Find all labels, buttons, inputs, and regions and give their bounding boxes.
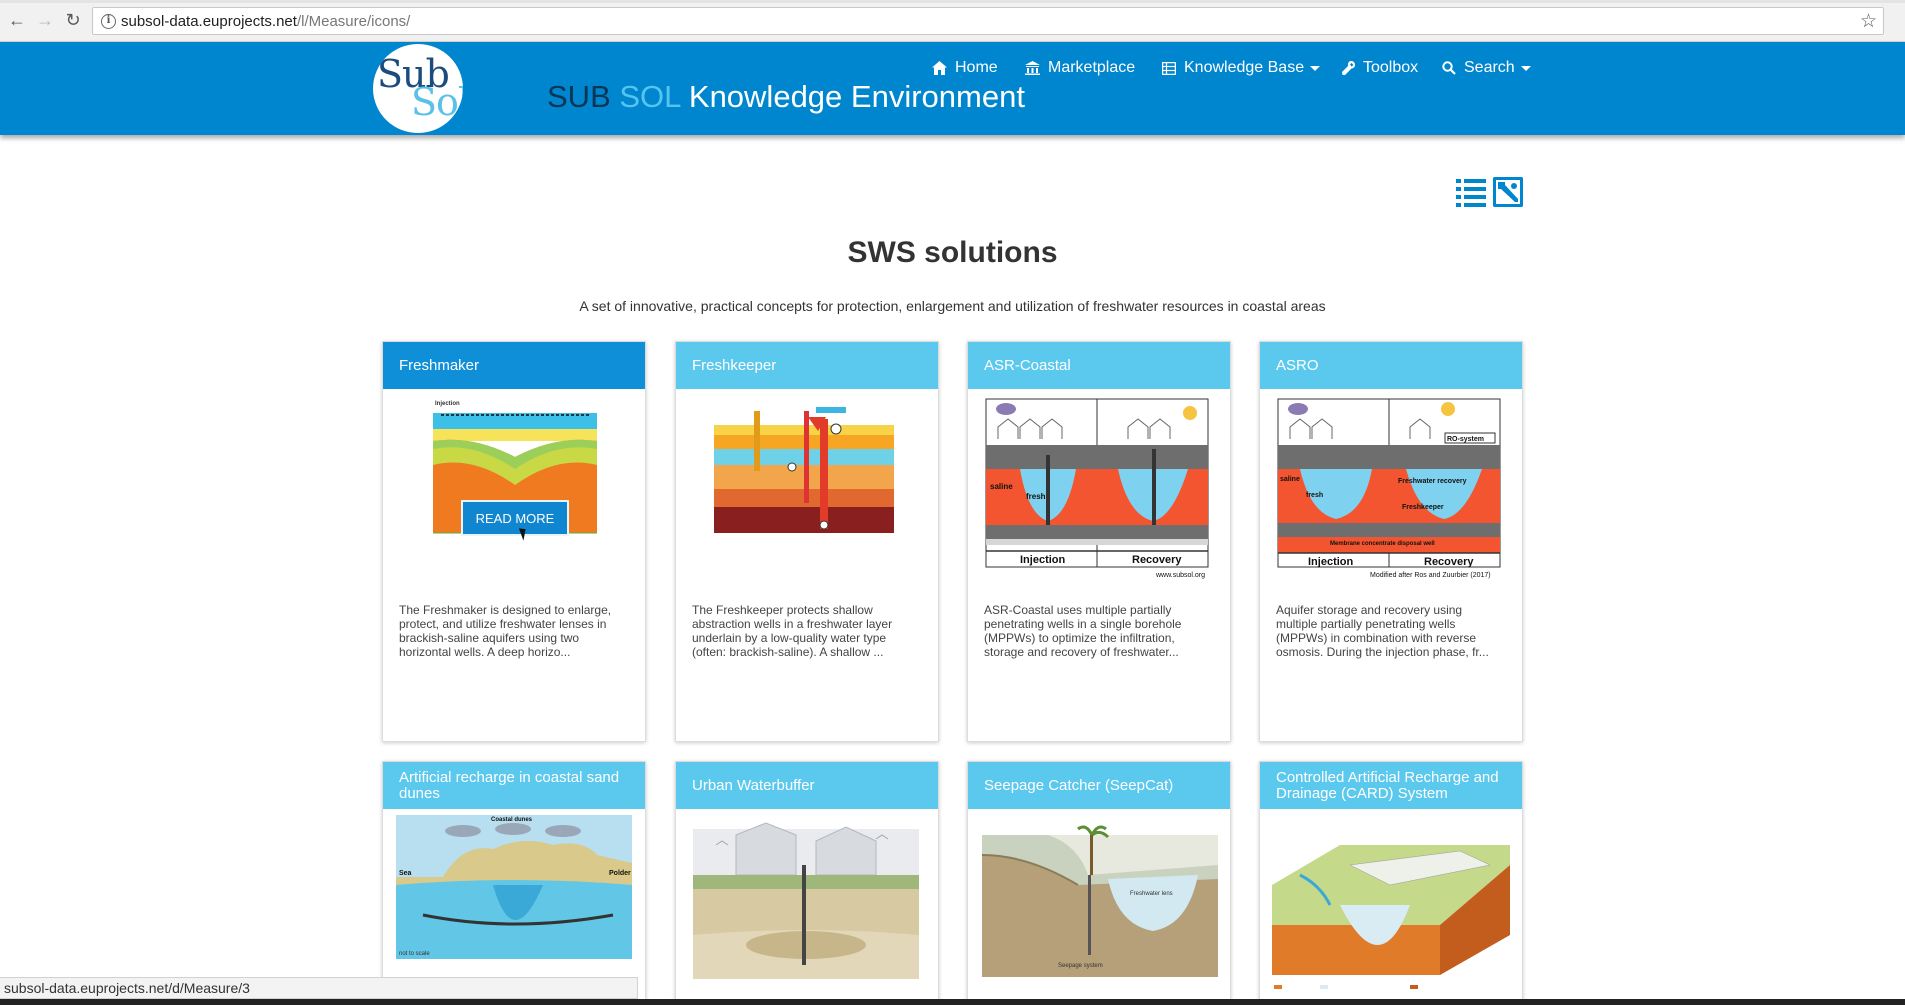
diagram-fresh-label: fresh bbox=[1026, 492, 1046, 501]
bank-icon bbox=[1025, 61, 1040, 75]
wrench-icon bbox=[1342, 61, 1355, 75]
title-knowledge-environment: Knowledge Environment bbox=[688, 79, 1025, 114]
card-description: The Freshmaker is designed to enlarge, p… bbox=[399, 603, 612, 659]
diagram-modified-label: Modified after Ros and Zuurbier (2017) bbox=[1370, 572, 1491, 579]
card-title[interactable]: Freshmaker bbox=[383, 342, 645, 389]
subsol-logo[interactable]: Sub Sol bbox=[373, 44, 463, 133]
card-image[interactable]: Freshwater lens Seepage system bbox=[968, 815, 1230, 1005]
diagram-freshwater-recovery-label: Freshwater recovery bbox=[1398, 478, 1467, 485]
home-icon bbox=[932, 61, 947, 75]
nav-marketplace-label: Marketplace bbox=[1048, 59, 1136, 76]
card-title[interactable]: Controlled Artificial Recharge and Drain… bbox=[1260, 762, 1522, 809]
grid-view-icon[interactable] bbox=[1493, 177, 1523, 207]
card-description: Aquifer storage and recovery using multi… bbox=[1276, 603, 1489, 659]
site-title: SUB SOL Knowledge Environment bbox=[547, 79, 1025, 115]
nav-search[interactable]: Search bbox=[1442, 56, 1531, 80]
card-title[interactable]: Urban Waterbuffer bbox=[676, 762, 938, 809]
diagram-recovery-label: Recovery bbox=[1424, 556, 1474, 568]
card-urban-waterbuffer[interactable]: Urban Waterbuffer bbox=[675, 761, 939, 1005]
reload-icon[interactable]: ↻ bbox=[62, 9, 84, 31]
read-more-button[interactable]: READ MORE bbox=[461, 500, 569, 536]
title-sub: SUB bbox=[547, 79, 611, 114]
nav-search-label: Search bbox=[1464, 59, 1515, 76]
card-freshmaker[interactable]: Freshmaker Injection READ MORE The Fresh… bbox=[382, 341, 646, 742]
nav-knowledge-base-label: Knowledge Base bbox=[1184, 59, 1305, 76]
nav-home-label: Home bbox=[955, 59, 998, 76]
chevron-down-icon bbox=[1520, 65, 1531, 71]
card-image[interactable]: saline fresh Injection Recovery www.subs… bbox=[968, 395, 1230, 585]
diagram-seepage-system-label: Seepage system bbox=[1058, 963, 1103, 969]
card-system-diagram bbox=[1272, 845, 1510, 989]
bookmark-star-icon[interactable]: ☆ bbox=[1860, 10, 1877, 33]
diagram-freshwater-lens-label: Freshwater lens bbox=[1130, 891, 1173, 897]
asro-diagram: RO-system saline fresh Freshwater recove… bbox=[1277, 398, 1501, 579]
diagram-recovery-label: Recovery bbox=[1132, 554, 1182, 566]
seepcat-diagram: Freshwater lens Seepage system bbox=[981, 825, 1218, 977]
diagram-not-to-scale-label: not to scale bbox=[399, 951, 430, 957]
card-artificial-recharge[interactable]: Artificial recharge in coastal sand dune… bbox=[382, 761, 646, 1005]
card-image[interactable] bbox=[676, 395, 938, 585]
nav-toolbox[interactable]: Toolbox bbox=[1342, 56, 1418, 80]
forward-icon[interactable]: → bbox=[34, 9, 56, 31]
card-asro[interactable]: ASRO RO-system saline fresh Freshwater r… bbox=[1259, 341, 1523, 742]
card-description: ASR-Coastal uses multiple partially pene… bbox=[984, 603, 1182, 659]
address-bar[interactable]: i subsol-data.euprojects.net/l/Measure/i… bbox=[92, 7, 1884, 35]
diagram-www-label: www.subsol.org bbox=[1155, 572, 1205, 579]
card-title[interactable]: Artificial recharge in coastal sand dune… bbox=[383, 762, 645, 809]
diagram-freshkeeper-label: Freshkeeper bbox=[1402, 504, 1444, 511]
card-title[interactable]: Seepage Catcher (SeepCat) bbox=[968, 762, 1230, 809]
diagram-ro-system-label: RO-system bbox=[1447, 436, 1484, 443]
diagram-sea-label: Sea bbox=[399, 870, 412, 877]
table-icon bbox=[1162, 61, 1176, 75]
status-bar: subsol-data.euprojects.net/d/Measure/3 bbox=[0, 977, 638, 999]
card-asr-coastal[interactable]: ASR-Coastal saline fresh Injection Recov… bbox=[967, 341, 1231, 742]
card-title[interactable]: Freshkeeper bbox=[676, 342, 938, 389]
card-image[interactable]: Injection READ MORE bbox=[383, 395, 645, 585]
diagram-membrane-label: Membrane concentrate disposal well bbox=[1330, 541, 1435, 547]
urban-waterbuffer-diagram bbox=[693, 822, 919, 979]
diagram-saline-label: saline bbox=[1280, 476, 1300, 483]
diagram-saline-label: saline bbox=[990, 482, 1013, 491]
card-seepage-catcher[interactable]: Seepage Catcher (SeepCat) Freshwater len… bbox=[967, 761, 1231, 1005]
info-icon[interactable]: i bbox=[101, 14, 116, 29]
search-icon bbox=[1442, 61, 1456, 75]
dunes-diagram: Sea Polder Coastal dunes not to scale bbox=[396, 815, 632, 959]
list-view-icon[interactable] bbox=[1456, 177, 1486, 207]
card-title[interactable]: ASR-Coastal bbox=[968, 342, 1230, 389]
site-header: Sub Sol SUB SOL Knowledge Environment Ho… bbox=[0, 42, 1905, 135]
title-sol: SOL bbox=[619, 79, 681, 114]
card-freshkeeper[interactable]: Freshkeeper The Freshkeeper protects sha… bbox=[675, 341, 939, 742]
nav-marketplace[interactable]: Marketplace bbox=[1025, 56, 1135, 80]
diagram-injection-label: Injection bbox=[1020, 554, 1066, 566]
url-text[interactable]: subsol-data.euprojects.net/l/Measure/ico… bbox=[121, 13, 410, 30]
nav-toolbox-label: Toolbox bbox=[1363, 59, 1419, 76]
page-title: SWS solutions bbox=[847, 236, 1058, 269]
diagram-coastal-dunes-label: Coastal dunes bbox=[491, 817, 533, 823]
back-icon[interactable]: ← bbox=[6, 9, 28, 31]
card-image[interactable] bbox=[676, 815, 938, 1005]
browser-toolbar: ← → ↻ i subsol-data.euprojects.net/l/Mea… bbox=[0, 0, 1905, 42]
card-card-system[interactable]: Controlled Artificial Recharge and Drain… bbox=[1259, 761, 1523, 1005]
freshkeeper-diagram bbox=[714, 407, 894, 533]
diagram-injection-label: Injection bbox=[1308, 556, 1354, 568]
url-path: /l/Measure/icons/ bbox=[296, 13, 411, 30]
url-host: subsol-data.euprojects.net bbox=[121, 13, 297, 30]
card-title[interactable]: ASRO bbox=[1260, 342, 1522, 389]
logo-sol-text: Sol bbox=[411, 80, 463, 124]
tab-strip bbox=[0, 0, 1905, 3]
card-image[interactable] bbox=[1260, 815, 1522, 1005]
diagram-polder-label: Polder bbox=[609, 870, 631, 877]
card-image[interactable]: RO-system saline fresh Freshwater recove… bbox=[1260, 395, 1522, 585]
page-subtitle: A set of innovative, practical concepts … bbox=[579, 298, 1326, 314]
nav-knowledge-base[interactable]: Knowledge Base bbox=[1162, 56, 1321, 80]
diagram-fresh-label: fresh bbox=[1306, 492, 1323, 499]
card-description: The Freshkeeper protects shallow abstrac… bbox=[692, 603, 893, 659]
asr-coastal-diagram: saline fresh Injection Recovery www.subs… bbox=[985, 398, 1209, 579]
diagram-injection-label: Injection bbox=[435, 401, 460, 407]
taskbar bbox=[0, 999, 1905, 1005]
nav-home[interactable]: Home bbox=[932, 56, 998, 80]
chevron-down-icon bbox=[1310, 65, 1321, 71]
